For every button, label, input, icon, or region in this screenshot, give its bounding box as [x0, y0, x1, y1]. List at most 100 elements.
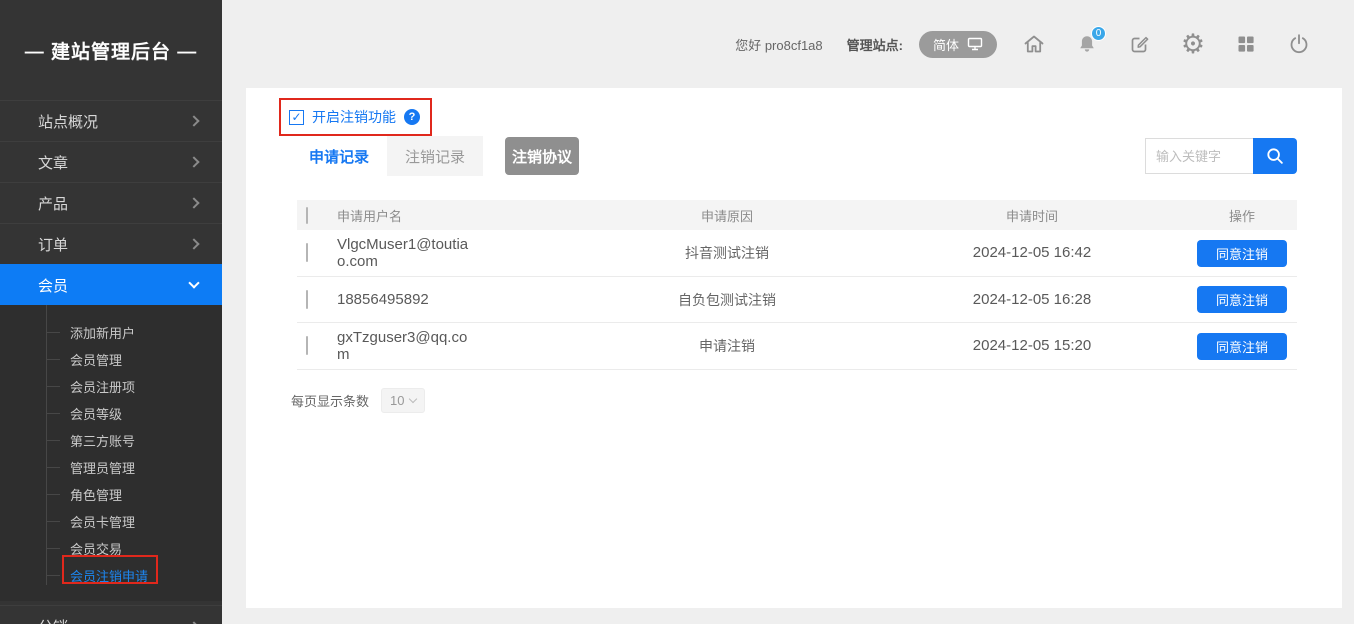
notifications-button[interactable]: 0: [1074, 31, 1100, 57]
tree-dash: [46, 494, 60, 495]
sidebar-item-label: 会员: [38, 275, 190, 296]
sidebar-item-label: 分销: [38, 616, 190, 624]
edit-button[interactable]: [1127, 31, 1153, 57]
sidebar-item-site-overview[interactable]: 站点概况: [0, 100, 222, 141]
agree-cancellation-button[interactable]: 同意注销: [1197, 333, 1287, 360]
tree-dash: [46, 548, 60, 549]
submenu-item-member-card[interactable]: 会员卡管理: [0, 508, 222, 535]
tree-dash: [46, 332, 60, 333]
tree-dash: [46, 413, 60, 414]
per-page-value: 10: [390, 393, 404, 408]
cell-username: 18856495892: [337, 285, 429, 314]
help-icon[interactable]: ?: [404, 109, 420, 125]
submenu-item-member-management[interactable]: 会员管理: [0, 346, 222, 373]
cell-reason: 申请注销: [699, 338, 755, 354]
app-title: — 建站管理后台 —: [0, 0, 222, 100]
chevron-down-icon: [409, 395, 417, 403]
sidebar-item-orders[interactable]: 订单: [0, 223, 222, 264]
submenu-item-label: 会员等级: [70, 404, 122, 423]
tab-cancellation-agreement[interactable]: 注销协议: [505, 137, 579, 175]
apps-button[interactable]: [1233, 31, 1259, 57]
sidebar-item-label: 站点概况: [38, 111, 190, 132]
managed-site-label: 管理站点:: [847, 35, 903, 54]
user-greeting: 您好 pro8cf1a8: [735, 35, 822, 54]
column-header-time: 申请时间: [877, 206, 1187, 225]
column-header-username: 申请用户名: [337, 206, 577, 225]
submenu-item-registration-fields[interactable]: 会员注册项: [0, 373, 222, 400]
submenu-item-member-cancellation[interactable]: 会员注销申请: [0, 562, 222, 589]
tree-dash: [46, 359, 60, 360]
per-page-select[interactable]: 10: [381, 388, 425, 413]
power-icon: [1287, 32, 1311, 56]
tree-dash: [46, 521, 60, 522]
sidebar-item-distribution[interactable]: 分销: [0, 605, 222, 624]
tree-dash: [46, 467, 60, 468]
cell-time: 2024-12-05 15:20: [973, 337, 1091, 354]
gear-icon: ⚙: [1181, 31, 1205, 58]
pagination: 每页显示条数 10: [291, 388, 425, 413]
enable-cancellation-checkbox[interactable]: ✓: [289, 110, 304, 125]
chevron-right-icon: [188, 238, 199, 249]
submenu-item-role-management[interactable]: 角色管理: [0, 481, 222, 508]
select-all-checkbox[interactable]: [306, 207, 308, 224]
cell-username: VlgcMuser1@toutiao.com: [337, 230, 477, 276]
sidebar-item-label: 订单: [38, 234, 190, 255]
table-row: VlgcMuser1@toutiao.com 抖音测试注销 2024-12-05…: [297, 230, 1297, 277]
settings-button[interactable]: ⚙: [1180, 31, 1206, 57]
submenu-item-label: 会员交易: [70, 539, 122, 558]
notification-badge: 0: [1091, 26, 1106, 41]
grid-icon: [1234, 32, 1258, 56]
submenu-item-add-user[interactable]: 添加新用户: [0, 319, 222, 346]
sidebar-item-label: 文章: [38, 152, 190, 173]
column-header-action: 操作: [1187, 206, 1297, 225]
tab-cancellation-records[interactable]: 注销记录: [387, 136, 483, 176]
chevron-right-icon: [188, 156, 199, 167]
submenu-item-label: 管理员管理: [70, 458, 135, 477]
search-group: [1145, 138, 1297, 174]
submenu-item-member-level[interactable]: 会员等级: [0, 400, 222, 427]
cell-username: gxTzguser3@qq.com: [337, 323, 477, 369]
cell-reason: 抖音测试注销: [685, 245, 769, 261]
enable-cancellation-label[interactable]: 开启注销功能: [312, 107, 396, 127]
submenu-item-admin-management[interactable]: 管理员管理: [0, 454, 222, 481]
sidebar-item-members[interactable]: 会员: [0, 264, 222, 305]
tabs-row: 申请记录 注销记录 注销协议: [291, 136, 1297, 176]
monitor-icon: [967, 37, 983, 51]
agree-cancellation-button[interactable]: 同意注销: [1197, 240, 1287, 267]
row-checkbox[interactable]: [306, 243, 308, 262]
submenu-item-label: 会员卡管理: [70, 512, 135, 531]
table-row: gxTzguser3@qq.com 申请注销 2024-12-05 15:20 …: [297, 323, 1297, 370]
language-switch-button[interactable]: 简体: [919, 31, 997, 58]
sidebar-item-products[interactable]: 产品: [0, 182, 222, 223]
table-header-row: 申请用户名 申请原因 申请时间 操作: [297, 200, 1297, 230]
applications-table: 申请用户名 申请原因 申请时间 操作 VlgcMuser1@toutiao.co…: [297, 200, 1297, 370]
home-button[interactable]: [1021, 31, 1047, 57]
sidebar-item-articles[interactable]: 文章: [0, 141, 222, 182]
chevron-right-icon: [188, 115, 199, 126]
submenu-item-label: 添加新用户: [70, 323, 135, 342]
sidebar-item-label: 产品: [38, 193, 190, 214]
language-label: 简体: [933, 35, 959, 54]
tab-application-records[interactable]: 申请记录: [291, 136, 387, 176]
submenu-item-label: 第三方账号: [70, 431, 135, 450]
logout-button[interactable]: [1286, 31, 1312, 57]
submenu-item-label: 会员注销申请: [70, 566, 148, 585]
search-input[interactable]: [1145, 138, 1253, 174]
submenu-item-label: 角色管理: [70, 485, 122, 504]
submenu-item-third-party-accounts[interactable]: 第三方账号: [0, 427, 222, 454]
row-checkbox[interactable]: [306, 290, 308, 309]
submenu-item-member-transactions[interactable]: 会员交易: [0, 535, 222, 562]
cell-time: 2024-12-05 16:42: [973, 244, 1091, 261]
table-row: 18856495892 自负包测试注销 2024-12-05 16:28 同意注…: [297, 277, 1297, 323]
agree-cancellation-button[interactable]: 同意注销: [1197, 286, 1287, 313]
per-page-label: 每页显示条数: [291, 391, 369, 410]
app-window: — 建站管理后台 — 站点概况 文章 产品 订单 会员 添加新用户: [0, 0, 1354, 624]
edit-icon: [1128, 32, 1152, 56]
column-header-reason: 申请原因: [577, 206, 877, 225]
row-checkbox[interactable]: [306, 336, 308, 355]
members-submenu: 添加新用户 会员管理 会员注册项 会员等级 第三方账号 管理员管理: [0, 305, 222, 601]
submenu-item-label: 会员管理: [70, 350, 122, 369]
tree-dash: [46, 575, 60, 576]
content-card: ✓ 开启注销功能 ? 申请记录 注销记录 注销协议 申请用户名: [246, 88, 1342, 608]
search-button[interactable]: [1253, 138, 1297, 174]
